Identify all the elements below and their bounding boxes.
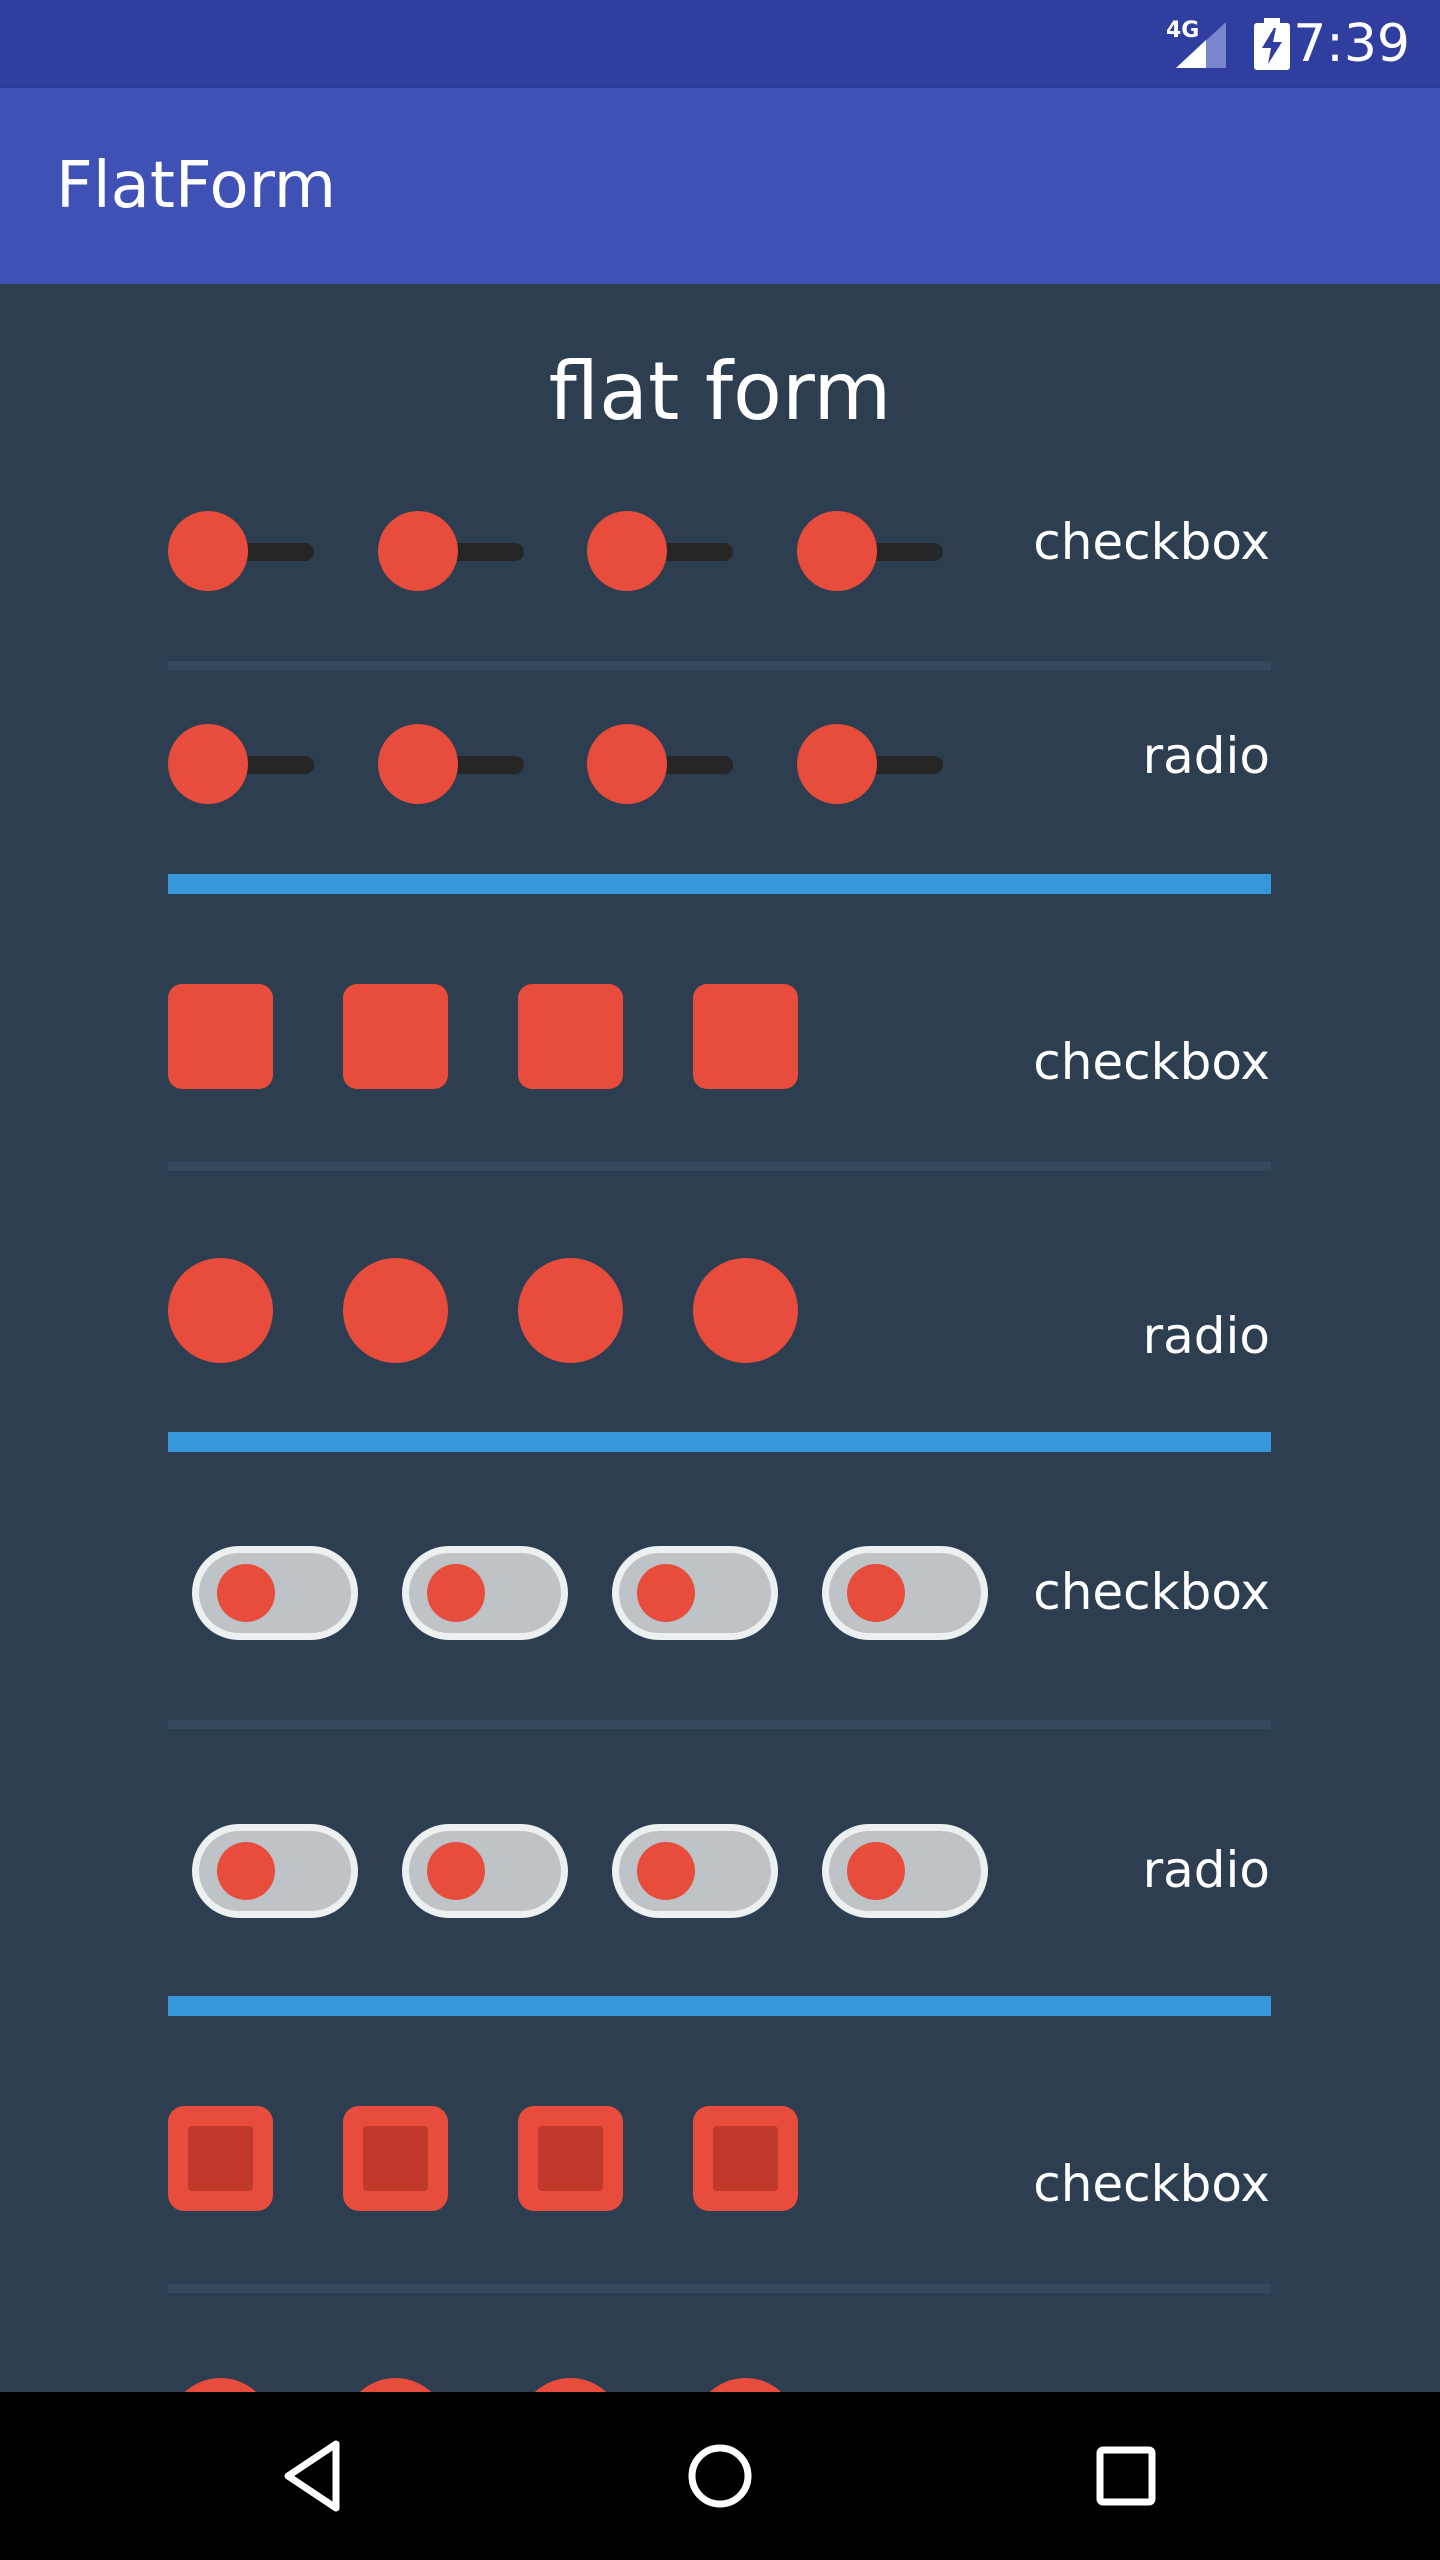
- pill-radio-4[interactable]: [822, 1824, 988, 1918]
- slider-checkbox-4[interactable]: [797, 511, 943, 591]
- row-divider: [168, 1162, 1271, 1171]
- pill-checkbox-2[interactable]: [402, 1546, 568, 1640]
- slider-radio-2[interactable]: [378, 724, 524, 804]
- row-label-checkbox: checkbox: [1033, 513, 1270, 571]
- flat-checkbox-2[interactable]: [343, 984, 448, 1089]
- navigation-bar: [0, 2392, 1440, 2560]
- radio-partial-3[interactable]: [518, 2378, 623, 2392]
- slider-checkbox-3[interactable]: [587, 511, 733, 591]
- slider-radio-1[interactable]: [168, 724, 314, 804]
- slider-checkbox-2[interactable]: [378, 511, 524, 591]
- battery-charging-icon: [1254, 18, 1290, 70]
- row-divider: [168, 1720, 1271, 1729]
- radio-partial-1[interactable]: [168, 2378, 273, 2392]
- row-divider: [168, 2284, 1271, 2293]
- slider-radio-3[interactable]: [587, 724, 733, 804]
- framed-checkbox-3[interactable]: [518, 2106, 623, 2211]
- radio-partial-4[interactable]: [693, 2378, 798, 2392]
- row-label-checkbox: checkbox: [1033, 2155, 1270, 2213]
- slider-radio-4[interactable]: [797, 724, 943, 804]
- section-divider: [168, 1432, 1271, 1452]
- flat-checkbox-1[interactable]: [168, 984, 273, 1089]
- flat-radio-1[interactable]: [168, 1258, 273, 1363]
- flat-checkbox-3[interactable]: [518, 984, 623, 1089]
- page-title: flat form: [548, 345, 892, 438]
- app-bar: FlatForm: [0, 88, 1440, 284]
- status-bar: 4G 7:39: [0, 0, 1440, 88]
- row-label-checkbox: checkbox: [1033, 1033, 1270, 1091]
- pill-checkbox-4[interactable]: [822, 1546, 988, 1640]
- pill-checkbox-3[interactable]: [612, 1546, 778, 1640]
- pill-radio-1[interactable]: [192, 1824, 358, 1918]
- flat-checkbox-4[interactable]: [693, 984, 798, 1089]
- slider-checkbox-1[interactable]: [168, 511, 314, 591]
- framed-checkbox-4[interactable]: [693, 2106, 798, 2211]
- framed-checkbox-1[interactable]: [168, 2106, 273, 2211]
- framed-checkbox-2[interactable]: [343, 2106, 448, 2211]
- signal-icon: [1176, 22, 1226, 68]
- flat-radio-4[interactable]: [693, 1258, 798, 1363]
- row-label-radio: radio: [1142, 1307, 1270, 1365]
- flat-radio-2[interactable]: [343, 1258, 448, 1363]
- app-title: FlatForm: [56, 149, 337, 223]
- section-divider: [168, 874, 1271, 894]
- row-label-radio: radio: [1142, 727, 1270, 785]
- row-divider: [168, 661, 1271, 670]
- flat-radio-3[interactable]: [518, 1258, 623, 1363]
- back-icon[interactable]: [274, 2436, 354, 2516]
- recents-icon[interactable]: [1086, 2436, 1166, 2516]
- row-label-checkbox: checkbox: [1033, 1563, 1270, 1621]
- section-divider: [168, 1996, 1271, 2016]
- pill-radio-2[interactable]: [402, 1824, 568, 1918]
- radio-partial-2[interactable]: [343, 2378, 448, 2392]
- home-icon[interactable]: [680, 2436, 760, 2516]
- pill-checkbox-1[interactable]: [192, 1546, 358, 1640]
- status-time: 7:39: [1293, 14, 1410, 74]
- row-label-radio: radio: [1142, 1841, 1270, 1899]
- pill-radio-3[interactable]: [612, 1824, 778, 1918]
- form-content[interactable]: flat form checkbox radio checkbox radio …: [0, 284, 1440, 2392]
